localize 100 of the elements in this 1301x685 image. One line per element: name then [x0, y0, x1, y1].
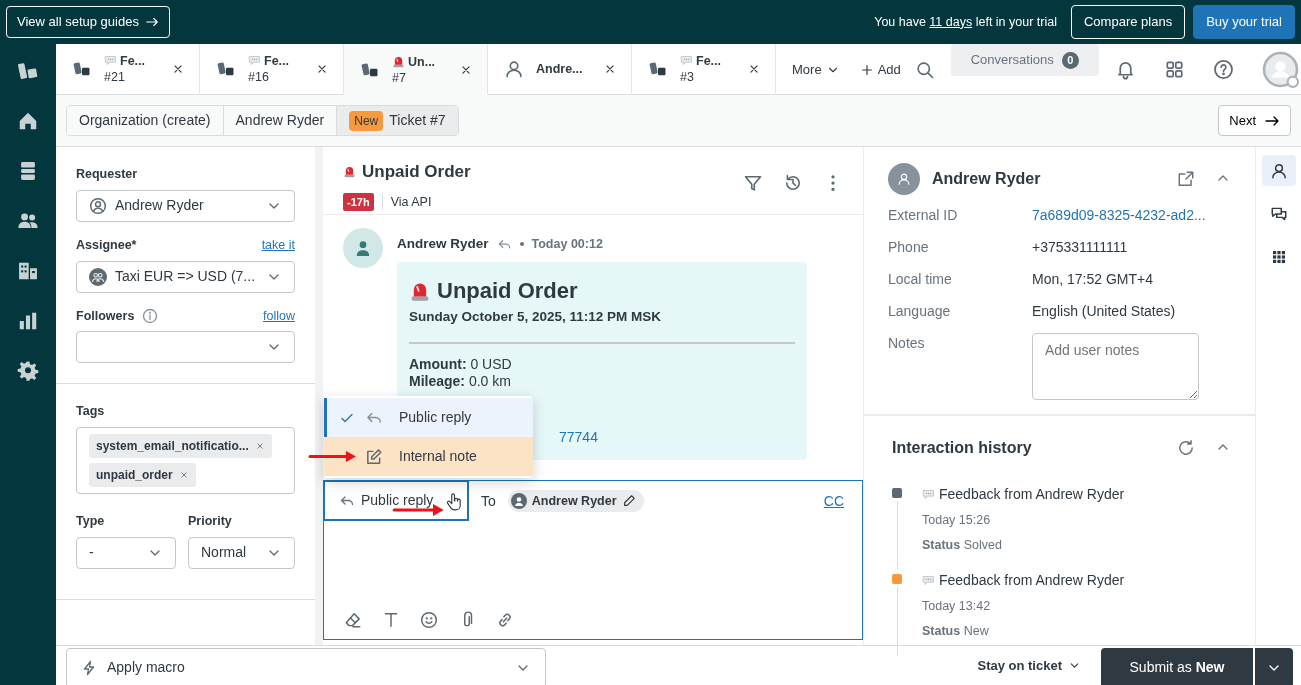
follow-link[interactable]: follow: [263, 306, 295, 326]
message-line: Amount: 0 USD: [409, 355, 513, 373]
pencil-icon[interactable]: [621, 494, 636, 508]
sidebar-button[interactable]: [1261, 155, 1296, 186]
trial-notice: You have 11 days left in your trial: [874, 13, 1057, 31]
user-name: Andrew Ryder: [932, 169, 1041, 189]
take-it-link[interactable]: take it: [261, 235, 295, 255]
field-label: Requester: [76, 166, 138, 183]
tab-title: Fe...: [264, 52, 289, 69]
help-icon[interactable]: [1212, 59, 1234, 80]
field-label: Tags: [76, 403, 105, 421]
bar-chart-icon[interactable]: [17, 310, 39, 332]
setup-guides-button[interactable]: View all setup guides: [6, 6, 170, 38]
apps-icon: [1270, 248, 1287, 265]
link-icon[interactable]: [496, 611, 514, 629]
user-icon: [504, 59, 524, 79]
tab-title: Fe...: [120, 52, 145, 69]
assignee-select[interactable]: Taxi EUR => USD (7...: [76, 260, 295, 293]
more-button[interactable]: More: [776, 44, 850, 95]
building-icon[interactable]: [17, 260, 39, 282]
field-label: Priority: [188, 513, 232, 530]
search-icon[interactable]: [914, 59, 935, 80]
message-heading: Unpaid Order: [437, 277, 578, 306]
speech-bubble-icon: [922, 488, 935, 501]
history-item-title[interactable]: Feedback from Andrew Ryder: [939, 570, 1125, 591]
breadcrumb[interactable]: Organization (create): [67, 106, 224, 135]
notes-field[interactable]: Add user notes: [1032, 333, 1199, 400]
person-icon: [510, 493, 527, 509]
home-icon[interactable]: [17, 110, 39, 132]
close-icon[interactable]: [315, 62, 329, 76]
tab-title: Fe...: [696, 52, 721, 69]
close-icon[interactable]: [747, 62, 761, 76]
annotation-arrow: [308, 450, 358, 463]
priority-select[interactable]: Normal: [188, 536, 295, 569]
team-icon: [89, 267, 107, 286]
submit-options-button[interactable]: [1255, 647, 1293, 685]
filter-icon[interactable]: [743, 173, 763, 193]
remove-icon[interactable]: [254, 441, 265, 451]
external-id-link[interactable]: 7a689d09-8325-4232-ad2...: [1032, 205, 1206, 226]
channel-label: Via API: [390, 193, 432, 211]
refresh-icon[interactable]: [1177, 439, 1195, 457]
close-icon[interactable]: [459, 63, 473, 77]
settings-icon[interactable]: [17, 360, 39, 382]
cc-link[interactable]: CC: [823, 490, 844, 512]
ticket-tab[interactable]: Un... #7: [344, 44, 488, 95]
apps-grid-icon[interactable]: [1163, 59, 1185, 80]
menu-item[interactable]: Internal note: [324, 437, 533, 476]
history-status: Status New: [922, 622, 990, 640]
recipient-chip[interactable]: Andrew Ryder: [507, 489, 644, 513]
compare-plans-button[interactable]: Compare plans: [1070, 5, 1186, 39]
menu-item[interactable]: Public reply: [324, 398, 533, 437]
reply-mode-button[interactable]: Public reply: [323, 480, 469, 521]
status-badge: New: [349, 110, 384, 131]
breadcrumb[interactable]: New Ticket #7: [337, 106, 458, 135]
speech-bubble-icon: [922, 574, 935, 587]
tags-field[interactable]: system_email_notificatio... unpaid_order: [76, 427, 295, 494]
field-value: English (United States): [1032, 302, 1176, 321]
breadcrumb[interactable]: Andrew Ryder: [223, 106, 338, 135]
history-item-title[interactable]: Feedback from Andrew Ryder: [939, 484, 1125, 505]
apply-macro-field[interactable]: Apply macro: [66, 647, 546, 685]
field-label: Local time: [888, 270, 953, 289]
submit-button[interactable]: Submit as New: [1101, 647, 1253, 685]
user-icon: [89, 196, 107, 215]
message-time: Today 00:12: [531, 235, 603, 253]
emoji-icon[interactable]: [420, 611, 438, 629]
tag: system_email_notificatio...: [89, 434, 272, 458]
add-button[interactable]: Add: [849, 44, 911, 95]
eraser-icon[interactable]: [344, 611, 362, 629]
conversations-button[interactable]: Conversations 0: [950, 44, 1099, 76]
history-time: Today 15:26: [922, 512, 992, 529]
stay-on-ticket-button[interactable]: Stay on ticket: [971, 654, 1087, 677]
buy-trial-button[interactable]: Buy your trial: [1193, 5, 1295, 39]
text-format-icon[interactable]: [382, 611, 400, 629]
person-icon: [897, 172, 911, 186]
type-select[interactable]: -: [76, 536, 176, 569]
speech-bubble-icon: [104, 54, 117, 68]
field-value: Mon, 17:52 GMT+4: [1032, 270, 1153, 289]
external-link-icon[interactable]: [1177, 170, 1195, 188]
conversation-count: 0: [1061, 51, 1079, 69]
section-title: Interaction history: [892, 438, 1032, 458]
tab-number: #21: [104, 69, 126, 86]
speech-bubble-icon: [248, 54, 261, 68]
message-line: Mileage: 0.0 km: [409, 373, 512, 391]
field-label: External ID: [888, 206, 959, 225]
tab-number: #3: [680, 69, 695, 86]
next-button[interactable]: Next: [1218, 104, 1291, 137]
close-icon[interactable]: [171, 62, 185, 76]
requester-select[interactable]: Andrew Ryder: [76, 189, 295, 222]
message-link[interactable]: 77744: [559, 428, 598, 445]
history-time: Today 13:42: [922, 598, 992, 615]
ticket-title: Unpaid Order: [362, 161, 471, 183]
remove-icon[interactable]: [178, 470, 189, 480]
close-icon[interactable]: [603, 62, 617, 76]
field-label: Language: [888, 302, 952, 321]
arrow-right-icon: [144, 15, 159, 29]
speech-bubble-icon: [680, 54, 693, 68]
tab-number: #7: [392, 70, 407, 87]
hand-cursor-icon: [445, 493, 463, 511]
field-label: Assignee*: [76, 236, 137, 254]
history-icon[interactable]: [783, 173, 803, 193]
